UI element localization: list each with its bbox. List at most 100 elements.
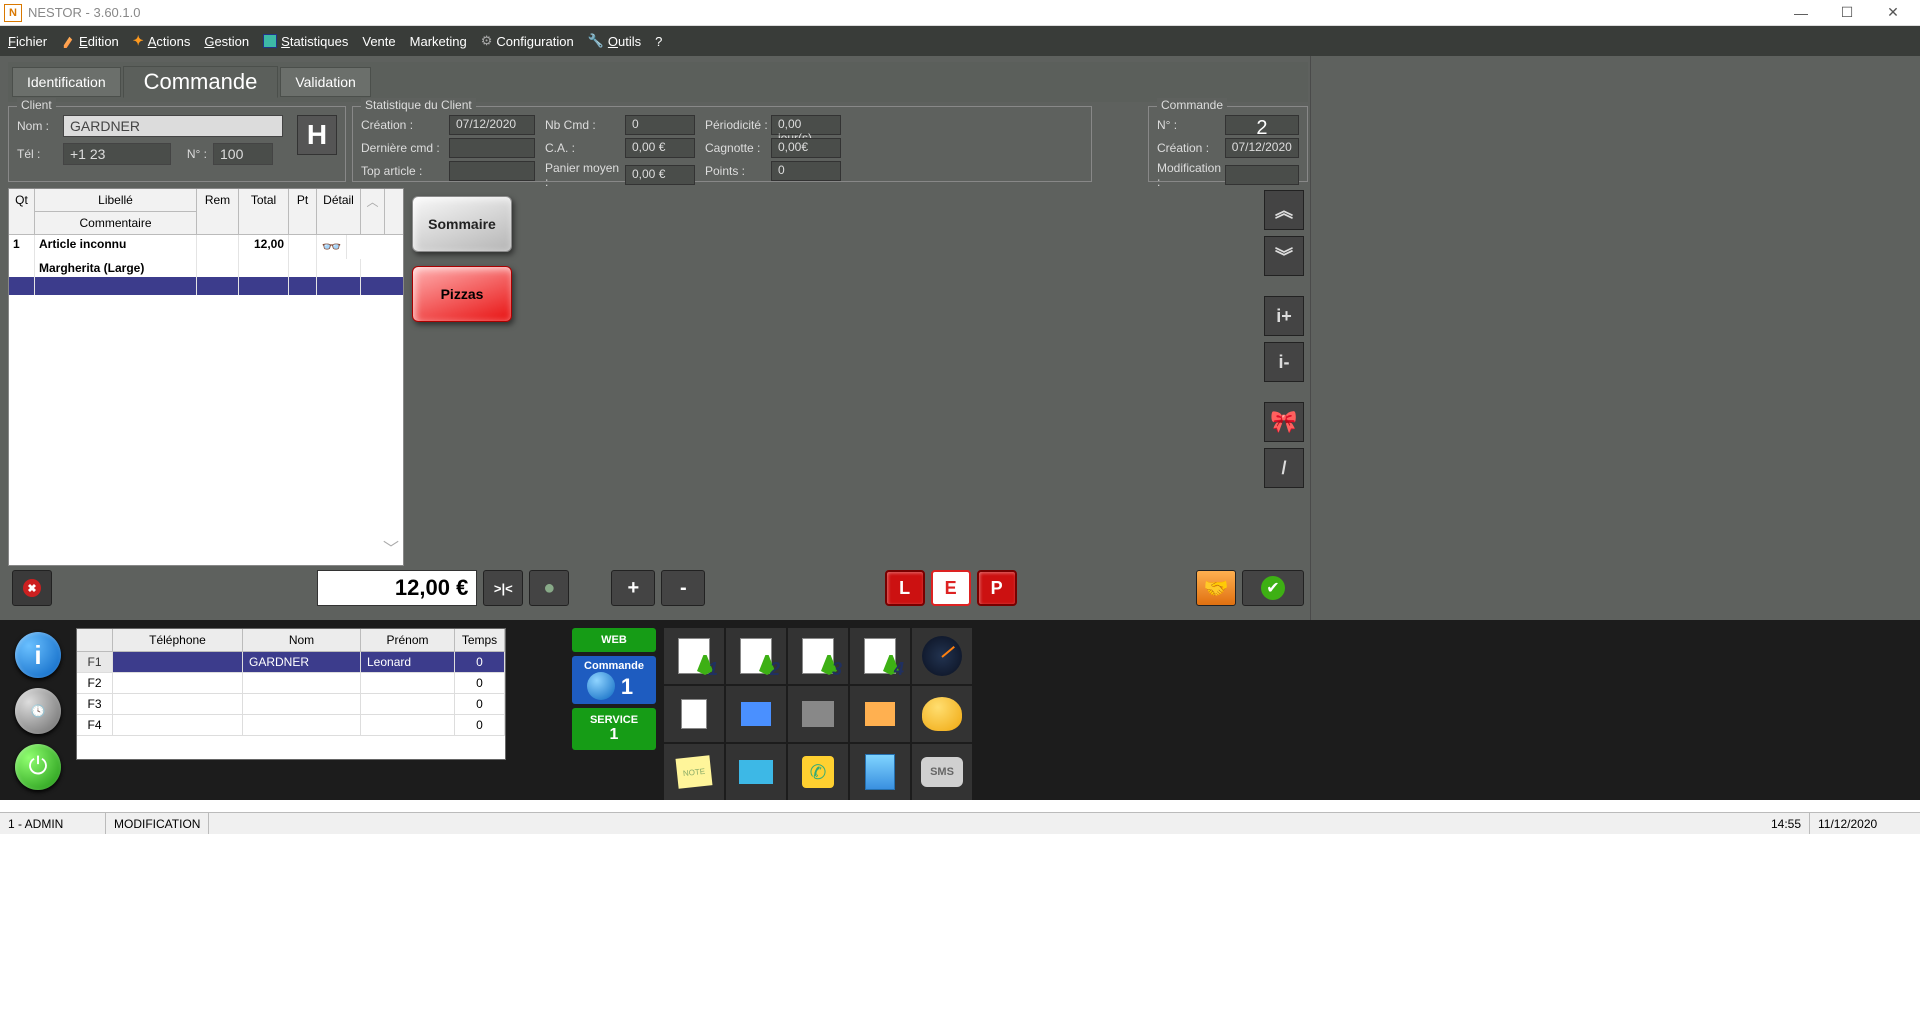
stat-top (449, 161, 535, 181)
mode-l-button[interactable]: L (885, 570, 925, 606)
col-temps[interactable]: Temps (455, 629, 505, 651)
note-button[interactable]: NOTE (664, 744, 724, 800)
menu-help[interactable]: ? (655, 34, 662, 49)
menu-edition[interactable]: Edition (61, 34, 119, 49)
edit-doc-button[interactable] (664, 686, 724, 742)
piggy-button[interactable] (912, 686, 972, 742)
order-row-selected[interactable] (9, 277, 403, 295)
detail-icon[interactable]: 👓 (317, 235, 347, 259)
menu-gestion[interactable]: Gestion (204, 34, 249, 49)
nom-input[interactable] (63, 115, 283, 137)
call-row[interactable]: F20 (77, 673, 505, 694)
col-telephone[interactable]: Téléphone (113, 629, 243, 651)
split-button[interactable]: >|< (483, 570, 523, 606)
col-nom[interactable]: Nom (243, 629, 361, 651)
confirm-button[interactable]: ✔ (1242, 570, 1304, 606)
order-grid: Qt Libellé Commentaire Rem Total Pt Déta… (8, 188, 404, 566)
stats-icon (263, 34, 277, 48)
chevron-double-up-icon: ︽ (1275, 197, 1293, 223)
qty-minus-button[interactable]: - (661, 570, 705, 606)
handshake-button[interactable]: 🤝 (1196, 570, 1236, 606)
client-num-input[interactable] (213, 143, 273, 165)
notepad-4-button[interactable]: 4 (850, 628, 910, 684)
col-pt[interactable]: Pt (289, 189, 317, 234)
client-legend: Client (17, 98, 56, 112)
tel-input[interactable] (63, 143, 171, 165)
calculator-icon (865, 754, 895, 790)
col-rem[interactable]: Rem (197, 189, 239, 234)
stat-cagnotte: 0,00€ (771, 138, 841, 158)
printer-button[interactable] (788, 686, 848, 742)
menu-vente[interactable]: Vente (362, 34, 395, 49)
notepad-icon (740, 638, 772, 674)
globe-icon (587, 672, 615, 700)
slash-button[interactable]: / (1264, 448, 1304, 488)
mode-p-button[interactable]: P (977, 570, 1017, 606)
tab-validation[interactable]: Validation (280, 67, 370, 97)
stat-period: 0,00 jour(s) (771, 115, 841, 135)
gauge-button[interactable] (912, 628, 972, 684)
col-detail[interactable]: Détail (317, 189, 361, 234)
tag-service[interactable]: SERVICE 1 (572, 708, 656, 750)
phone-button[interactable]: ✆ (788, 744, 848, 800)
power-round-button[interactable]: ⏻ (15, 744, 61, 790)
minimize-button[interactable]: — (1778, 0, 1824, 26)
tag-web[interactable]: WEB (572, 628, 656, 652)
tab-commande[interactable]: Commande (123, 66, 279, 98)
col-total[interactable]: Total (239, 189, 289, 234)
col-commentaire[interactable]: Commentaire (35, 211, 197, 234)
call-row[interactable]: F30 (77, 694, 505, 715)
menu-marketing[interactable]: Marketing (410, 34, 467, 49)
power-icon: ⏻ (29, 753, 48, 781)
add-item-button[interactable]: ● (529, 570, 569, 606)
menu-bar: Fichier Edition ✦Actions Gestion Statist… (0, 26, 1920, 56)
menu-outils[interactable]: 🔧Outils (588, 33, 641, 49)
title-bar: N NESTOR - 3.60.1.0 — ☐ ✕ (0, 0, 1920, 26)
category-sommaire[interactable]: Sommaire (412, 196, 512, 252)
notepad-3-button[interactable]: 3 (788, 628, 848, 684)
mode-e-button[interactable]: E (931, 570, 971, 606)
receipt-button[interactable] (850, 686, 910, 742)
action-row: ✖ 12,00 € >|< ● + - L E P 🤝 ✔ (8, 566, 1308, 610)
cancel-button[interactable]: ✖ (12, 570, 52, 606)
menu-fichier[interactable]: Fichier (8, 34, 47, 49)
sms-button[interactable]: SMS (912, 744, 972, 800)
num-label: N° : (177, 147, 207, 161)
scroll-down-fast-button[interactable]: ︾ (1264, 236, 1304, 276)
history-button[interactable]: H (297, 115, 337, 155)
ribbon-button[interactable]: 🎀 (1264, 402, 1304, 442)
call-row[interactable]: F40 (77, 715, 505, 736)
tag-commande[interactable]: Commande 1 (572, 656, 656, 704)
order-row-variant[interactable]: Margherita (Large) (9, 259, 403, 277)
notepad-1-button[interactable]: 1 (664, 628, 724, 684)
menu-statistiques[interactable]: Statistiques (263, 34, 348, 49)
category-pizzas[interactable]: Pizzas (412, 266, 512, 322)
order-row[interactable]: 1 Article inconnu 12,00 👓 (9, 235, 403, 259)
notepad-icon (864, 638, 896, 674)
tab-identification[interactable]: Identification (12, 67, 121, 97)
status-user: 1 - ADMIN (0, 813, 106, 834)
maximize-button[interactable]: ☐ (1824, 0, 1870, 26)
qty-plus-button[interactable]: + (611, 570, 655, 606)
calculator-button[interactable] (850, 744, 910, 800)
menu-configuration[interactable]: ⚙Configuration (481, 33, 574, 49)
calendar-button[interactable] (726, 686, 786, 742)
gauge-icon (922, 636, 962, 676)
scroll-up[interactable]: ︿ (361, 189, 385, 234)
notepad-icon (678, 638, 710, 674)
info-plus-button[interactable]: i+ (1264, 296, 1304, 336)
info-minus-button[interactable]: i- (1264, 342, 1304, 382)
col-prenom[interactable]: Prénom (361, 629, 455, 651)
notepad-2-button[interactable]: 2 (726, 628, 786, 684)
signpost-button[interactable] (726, 744, 786, 800)
menu-actions[interactable]: ✦Actions (133, 33, 191, 49)
col-qt[interactable]: Qt (9, 189, 35, 234)
close-button[interactable]: ✕ (1870, 0, 1916, 26)
scroll-down[interactable]: ﹀ (383, 531, 399, 563)
col-libelle[interactable]: Libellé (35, 189, 197, 211)
info-round-button[interactable]: i (15, 632, 61, 678)
scroll-up-fast-button[interactable]: ︽ (1264, 190, 1304, 230)
category-area: Sommaire Pizzas (404, 188, 1264, 566)
clock-round-button[interactable]: 🕓 (15, 688, 61, 734)
call-row[interactable]: F1 GARDNER Leonard 0 (77, 652, 505, 673)
